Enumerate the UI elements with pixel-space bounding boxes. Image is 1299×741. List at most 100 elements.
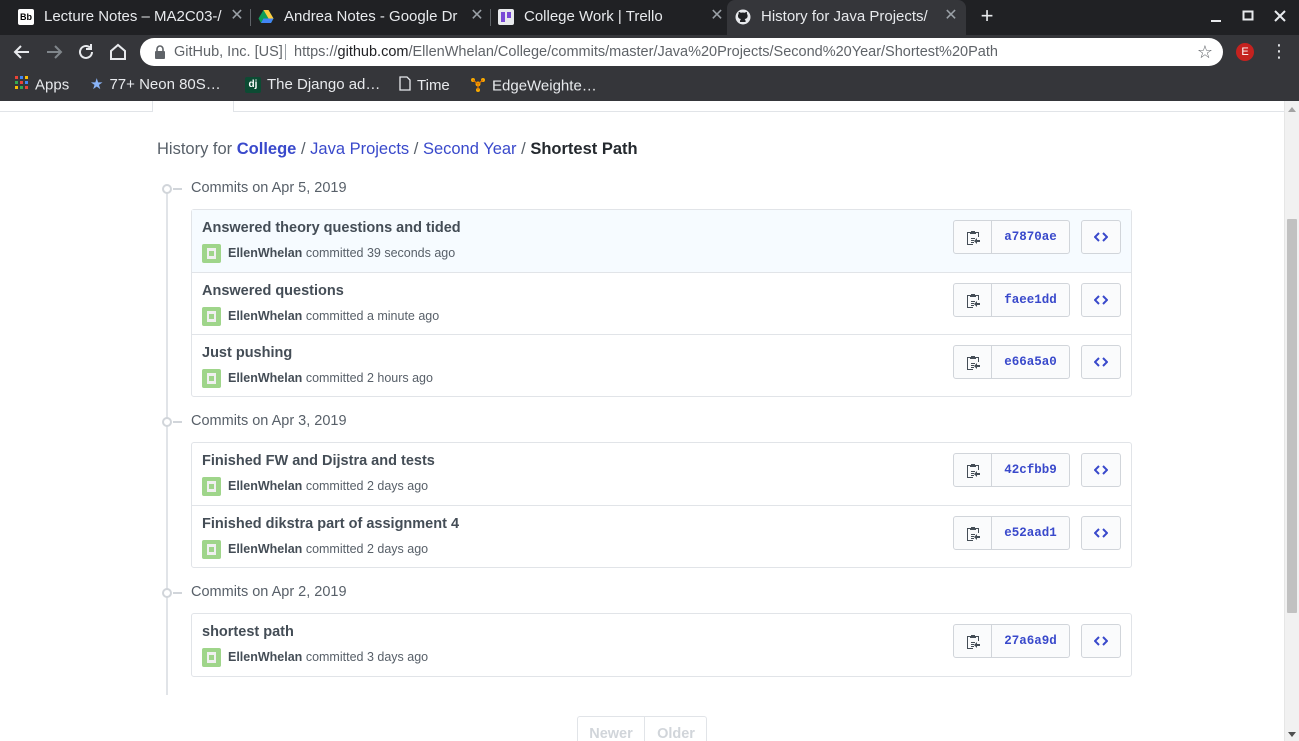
scrollbar-thumb[interactable] [1287, 219, 1297, 613]
bookmark-django[interactable]: dj The Django ad… [245, 76, 380, 94]
commit-message-link[interactable]: Just pushing [202, 345, 292, 361]
url-text[interactable]: https://github.com/EllenWhelan/College/c… [294, 44, 998, 60]
commit-sha-link[interactable]: faee1dd [992, 284, 1069, 316]
commit-message-link[interactable]: Finished dikstra part of assignment 4 [202, 516, 459, 532]
browse-repo-button[interactable] [1081, 624, 1121, 658]
code-icon [1094, 357, 1108, 367]
tab-close-icon[interactable]: ✕ [468, 7, 486, 25]
commit-list: shortest path EllenWhelan committed 3 da… [191, 613, 1132, 677]
commit-node-icon [162, 184, 172, 194]
breadcrumb-folder-link[interactable]: Java Projects [310, 140, 409, 158]
tab-title: History for Java Projects/ [761, 8, 928, 25]
forward-icon[interactable] [41, 39, 67, 65]
avatar[interactable] [202, 477, 221, 496]
commit-author-link[interactable]: EllenWhelan [228, 542, 302, 556]
avatar[interactable] [202, 648, 221, 667]
commit-time: committed a minute ago [305, 309, 440, 323]
commit-meta: EllenWhelan committed 2 days ago [228, 479, 428, 493]
older-button[interactable]: Older [645, 717, 707, 741]
tab-google-drive[interactable]: Andrea Notes - Google Dr ✕ [250, 0, 492, 35]
code-icon [1094, 636, 1108, 646]
commit-group-date: Commits on Apr 5, 2019 [191, 180, 347, 196]
avatar[interactable] [202, 307, 221, 326]
code-icon [1094, 232, 1108, 242]
bookmark-label: 77+ Neon 80S… [109, 76, 221, 93]
commit-time: committed 39 seconds ago [305, 246, 456, 260]
browse-repo-button[interactable] [1081, 516, 1121, 550]
copy-sha-button[interactable] [954, 454, 992, 486]
tab-lecture-notes[interactable]: Bb Lecture Notes – MA2C03-/ ✕ [10, 0, 252, 35]
django-icon: dj [245, 77, 261, 94]
clipboard-icon [967, 294, 980, 308]
scroll-down-icon[interactable] [1288, 732, 1296, 737]
commit-author-link[interactable]: EllenWhelan [228, 371, 302, 385]
chrome-menu-icon[interactable]: ⋮ [1270, 42, 1288, 61]
address-bar[interactable]: GitHub, Inc. [US] https://github.com/Ell… [140, 38, 1223, 66]
tab-close-icon[interactable]: ✕ [228, 7, 246, 25]
page-tab-fragment [152, 101, 234, 112]
timeline-line [166, 187, 168, 695]
minimize-icon[interactable] [1206, 6, 1226, 26]
commit-sha-link[interactable]: e66a5a0 [992, 346, 1069, 378]
breadcrumb-prefix: History for [157, 140, 237, 158]
bookmark-label: EdgeWeighte… [492, 77, 597, 95]
commit-node-icon [162, 588, 172, 598]
tab-trello[interactable]: College Work | Trello ✕ [490, 0, 732, 35]
tab-github-history[interactable]: History for Java Projects/ ✕ [727, 0, 966, 35]
blackboard-icon: Bb [18, 9, 34, 25]
copy-sha-button[interactable] [954, 625, 992, 657]
avatar[interactable] [202, 244, 221, 263]
commit-group-date: Commits on Apr 3, 2019 [191, 413, 347, 429]
breadcrumb-current: Shortest Path [530, 140, 638, 158]
avatar[interactable] [202, 540, 221, 559]
bookmark-apps[interactable]: Apps [15, 76, 69, 94]
commit-message-link[interactable]: shortest path [202, 624, 294, 640]
bookmark-time[interactable]: Time [399, 76, 450, 94]
browse-repo-button[interactable] [1081, 220, 1121, 254]
scroll-up-icon[interactable] [1288, 107, 1296, 112]
home-icon[interactable] [105, 39, 131, 65]
commit-sha-group: e66a5a0 [953, 345, 1070, 379]
commit-sha-group: e52aad1 [953, 516, 1070, 550]
maximize-icon[interactable] [1238, 6, 1258, 26]
browse-repo-button[interactable] [1081, 453, 1121, 487]
address-divider [285, 44, 286, 60]
close-window-icon[interactable] [1270, 6, 1290, 26]
commit-author-link[interactable]: EllenWhelan [228, 650, 302, 664]
tab-close-icon[interactable]: ✕ [708, 7, 726, 25]
bookmark-edgeweighted[interactable]: EdgeWeighte… [470, 76, 597, 94]
browse-repo-button[interactable] [1081, 283, 1121, 317]
commit-group-header: Commits on Apr 3, 2019 [159, 413, 459, 431]
copy-sha-button[interactable] [954, 517, 992, 549]
copy-sha-button[interactable] [954, 284, 992, 316]
commit-author-link[interactable]: EllenWhelan [228, 309, 302, 323]
star-icon: ★ [90, 76, 104, 94]
commit-sha-link[interactable]: 27a6a9d [992, 625, 1069, 657]
new-tab-button[interactable]: + [976, 5, 998, 29]
commit-message-link[interactable]: Finished FW and Dijstra and tests [202, 453, 435, 469]
tab-close-icon[interactable]: ✕ [942, 7, 960, 25]
commit-time: committed 2 hours ago [305, 371, 433, 385]
profile-avatar[interactable]: E [1236, 43, 1254, 61]
breadcrumb: History for College / Java Projects / Se… [157, 140, 638, 159]
bookmark-star-icon[interactable]: ☆ [1197, 42, 1213, 62]
back-icon[interactable] [9, 39, 35, 65]
page-scrollbar[interactable] [1284, 101, 1299, 741]
commit-author-link[interactable]: EllenWhelan [228, 246, 302, 260]
copy-sha-button[interactable] [954, 346, 992, 378]
reload-icon[interactable] [73, 39, 99, 65]
commit-author-link[interactable]: EllenWhelan [228, 479, 302, 493]
copy-sha-button[interactable] [954, 221, 992, 253]
breadcrumb-folder-link[interactable]: Second Year [423, 140, 517, 158]
avatar[interactable] [202, 369, 221, 388]
breadcrumb-repo-link[interactable]: College [237, 140, 297, 158]
commit-row: Answered theory questions and tided Elle… [192, 210, 1131, 272]
commit-sha-link[interactable]: e52aad1 [992, 517, 1069, 549]
commit-sha-link[interactable]: 42cfbb9 [992, 454, 1069, 486]
browse-repo-button[interactable] [1081, 345, 1121, 379]
bookmark-neon[interactable]: ★ 77+ Neon 80S… [90, 76, 221, 94]
commit-sha-link[interactable]: a7870ae [992, 221, 1069, 253]
newer-button[interactable]: Newer [578, 717, 645, 741]
commit-message-link[interactable]: Answered theory questions and tided [202, 220, 461, 236]
commit-message-link[interactable]: Answered questions [202, 283, 344, 299]
